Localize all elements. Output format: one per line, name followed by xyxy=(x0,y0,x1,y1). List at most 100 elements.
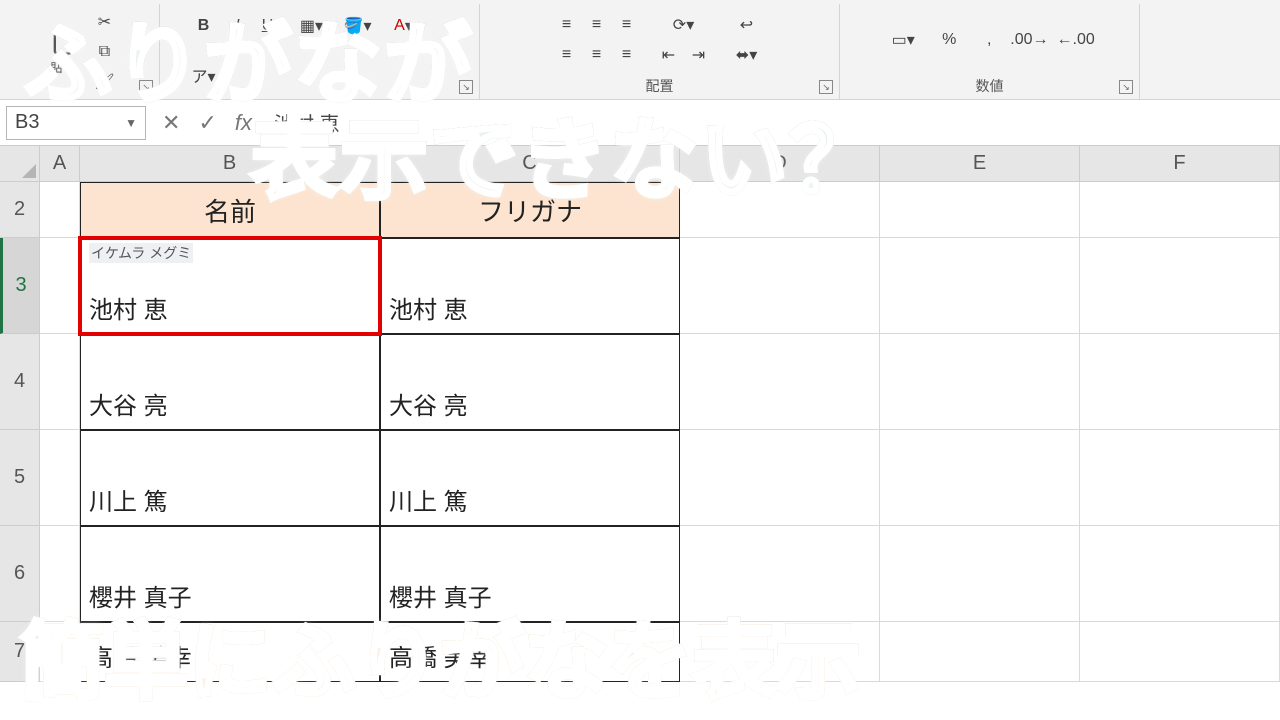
ribbon-group-label: 数値 xyxy=(976,76,1004,100)
cell-A7[interactable] xyxy=(40,622,80,682)
fx-icon[interactable]: fx xyxy=(235,110,252,136)
comma-button[interactable]: , xyxy=(975,26,1003,54)
paste-label: 貼り xyxy=(50,59,74,76)
cut-button[interactable]: ✂ xyxy=(91,8,119,36)
cell-text: 池村 恵 xyxy=(89,290,168,325)
row-header-6[interactable]: 6 xyxy=(0,526,40,622)
formula-confirm-button[interactable]: ✓ xyxy=(198,110,216,136)
row-headers: 234567 xyxy=(0,182,40,682)
column-header-E[interactable]: E xyxy=(880,146,1080,182)
phonetic-text: イケムラ メグミ xyxy=(89,243,193,263)
cell-E5[interactable] xyxy=(880,430,1080,526)
cell-text: 高橋 美幸 xyxy=(89,638,192,673)
merge-center-button[interactable]: ⬌▾ xyxy=(727,41,767,69)
row-header-2[interactable]: 2 xyxy=(0,182,40,238)
percent-button[interactable]: % xyxy=(929,26,969,54)
cell-F2[interactable] xyxy=(1080,182,1280,238)
copy-button[interactable]: ⧉ xyxy=(91,38,119,66)
cell-A3[interactable] xyxy=(40,238,80,334)
ribbon-group-number: ▭▾ % , .00→ ←.00 数値 xyxy=(840,4,1140,100)
worksheet-grid[interactable]: ABCDEFG 234567 名前フリガナイケムラ メグミ池村 恵池村 恵大谷 … xyxy=(0,146,1280,720)
cell-B7[interactable]: 高橋 美幸 xyxy=(80,622,380,682)
cell-B5[interactable]: 川上 篤 xyxy=(80,430,380,526)
cell-E7[interactable] xyxy=(880,622,1080,682)
cell-D7[interactable] xyxy=(680,622,880,682)
cell-D4[interactable] xyxy=(680,334,880,430)
select-all-corner[interactable] xyxy=(0,146,40,182)
row-header-7[interactable]: 7 xyxy=(0,622,40,682)
orientation-button[interactable]: ⟳▾ xyxy=(655,11,713,39)
clipboard-launcher-icon[interactable] xyxy=(139,80,153,94)
table-header-furigana[interactable]: フリガナ xyxy=(380,182,680,238)
cell-B6[interactable]: 櫻井 真子 xyxy=(80,526,380,622)
cell-F3[interactable] xyxy=(1080,238,1280,334)
column-header-B[interactable]: B xyxy=(80,146,380,182)
row-header-3[interactable]: 3 xyxy=(0,238,40,334)
cell-A2[interactable] xyxy=(40,182,80,238)
ribbon-group-clipboard: 貼り ✂ ⧉ 🖌 xyxy=(0,4,160,100)
cell-D6[interactable] xyxy=(680,526,880,622)
column-header-A[interactable]: A xyxy=(40,146,80,182)
number-format-button[interactable]: ▭▾ xyxy=(883,26,923,54)
decrease-indent-button[interactable]: ⇤ xyxy=(655,41,683,69)
cell-text: 大谷 亮 xyxy=(89,386,168,421)
ribbon-group-alignment: ≡ ≡ ≡ ≡ ≡ ≡ ⟳▾ ⇤ ⇥ ↩ ⬌▾ 配置 xyxy=(480,4,840,100)
border-button[interactable]: ▦▾ xyxy=(292,12,332,40)
cell-C3[interactable]: 池村 恵 xyxy=(380,238,680,334)
cell-F6[interactable] xyxy=(1080,526,1280,622)
cell-D3[interactable] xyxy=(680,238,880,334)
cell-C5[interactable]: 川上 篤 xyxy=(380,430,680,526)
name-box[interactable]: B3 ▼ xyxy=(6,106,146,140)
bold-button[interactable]: B xyxy=(190,12,218,40)
align-bottom-button[interactable]: ≡ xyxy=(613,11,641,39)
cell-E3[interactable] xyxy=(880,238,1080,334)
cell-D2[interactable] xyxy=(680,182,880,238)
number-launcher-icon[interactable] xyxy=(1119,80,1133,94)
column-header-F[interactable]: F xyxy=(1080,146,1280,182)
font-launcher-icon[interactable] xyxy=(459,80,473,94)
cell-E6[interactable] xyxy=(880,526,1080,622)
cell-text: 川上 篤 xyxy=(89,482,168,517)
cell-A5[interactable] xyxy=(40,430,80,526)
row-header-5[interactable]: 5 xyxy=(0,430,40,526)
cell-A4[interactable] xyxy=(40,334,80,430)
font-color-button[interactable]: A▾ xyxy=(384,12,424,40)
align-left-button[interactable]: ≡ xyxy=(553,41,581,69)
cell-A6[interactable] xyxy=(40,526,80,622)
align-center-button[interactable]: ≡ xyxy=(583,41,611,69)
align-right-button[interactable]: ≡ xyxy=(613,41,641,69)
cell-D5[interactable] xyxy=(680,430,880,526)
cell-B3[interactable]: イケムラ メグミ池村 恵 xyxy=(80,238,380,334)
formula-cancel-button[interactable]: ✕ xyxy=(162,110,180,136)
fill-color-button[interactable]: 🪣▾ xyxy=(338,12,378,40)
chevron-down-icon[interactable]: ▼ xyxy=(125,116,137,130)
paste-button[interactable]: 貼り xyxy=(41,25,85,80)
cell-B4[interactable]: 大谷 亮 xyxy=(80,334,380,430)
cell-C4[interactable]: 大谷 亮 xyxy=(380,334,680,430)
format-painter-button[interactable]: 🖌 xyxy=(91,68,119,96)
cell-E4[interactable] xyxy=(880,334,1080,430)
cell-C6[interactable]: 櫻井 真子 xyxy=(380,526,680,622)
cell-E2[interactable] xyxy=(880,182,1080,238)
italic-button[interactable]: I xyxy=(224,12,252,40)
wrap-text-button[interactable]: ↩ xyxy=(727,11,767,39)
decrease-decimal-button[interactable]: ←.00 xyxy=(1056,26,1096,54)
alignment-launcher-icon[interactable] xyxy=(819,80,833,94)
ribbon-group-label: 配置 xyxy=(646,76,674,100)
phonetic-button[interactable]: ア▾ xyxy=(190,61,218,89)
column-header-C[interactable]: C xyxy=(380,146,680,182)
align-middle-button[interactable]: ≡ xyxy=(583,11,611,39)
cell-F4[interactable] xyxy=(1080,334,1280,430)
name-box-value: B3 xyxy=(15,111,39,134)
underline-button[interactable]: U▾ xyxy=(258,12,286,40)
align-top-button[interactable]: ≡ xyxy=(553,11,581,39)
row-header-4[interactable]: 4 xyxy=(0,334,40,430)
formula-input[interactable] xyxy=(268,106,1274,140)
increase-indent-button[interactable]: ⇥ xyxy=(685,41,713,69)
column-header-D[interactable]: D xyxy=(680,146,880,182)
cell-C7[interactable]: 高橋 美幸 xyxy=(380,622,680,682)
table-header-name[interactable]: 名前 xyxy=(80,182,380,238)
increase-decimal-button[interactable]: .00→ xyxy=(1009,26,1049,54)
cell-F5[interactable] xyxy=(1080,430,1280,526)
cell-F7[interactable] xyxy=(1080,622,1280,682)
